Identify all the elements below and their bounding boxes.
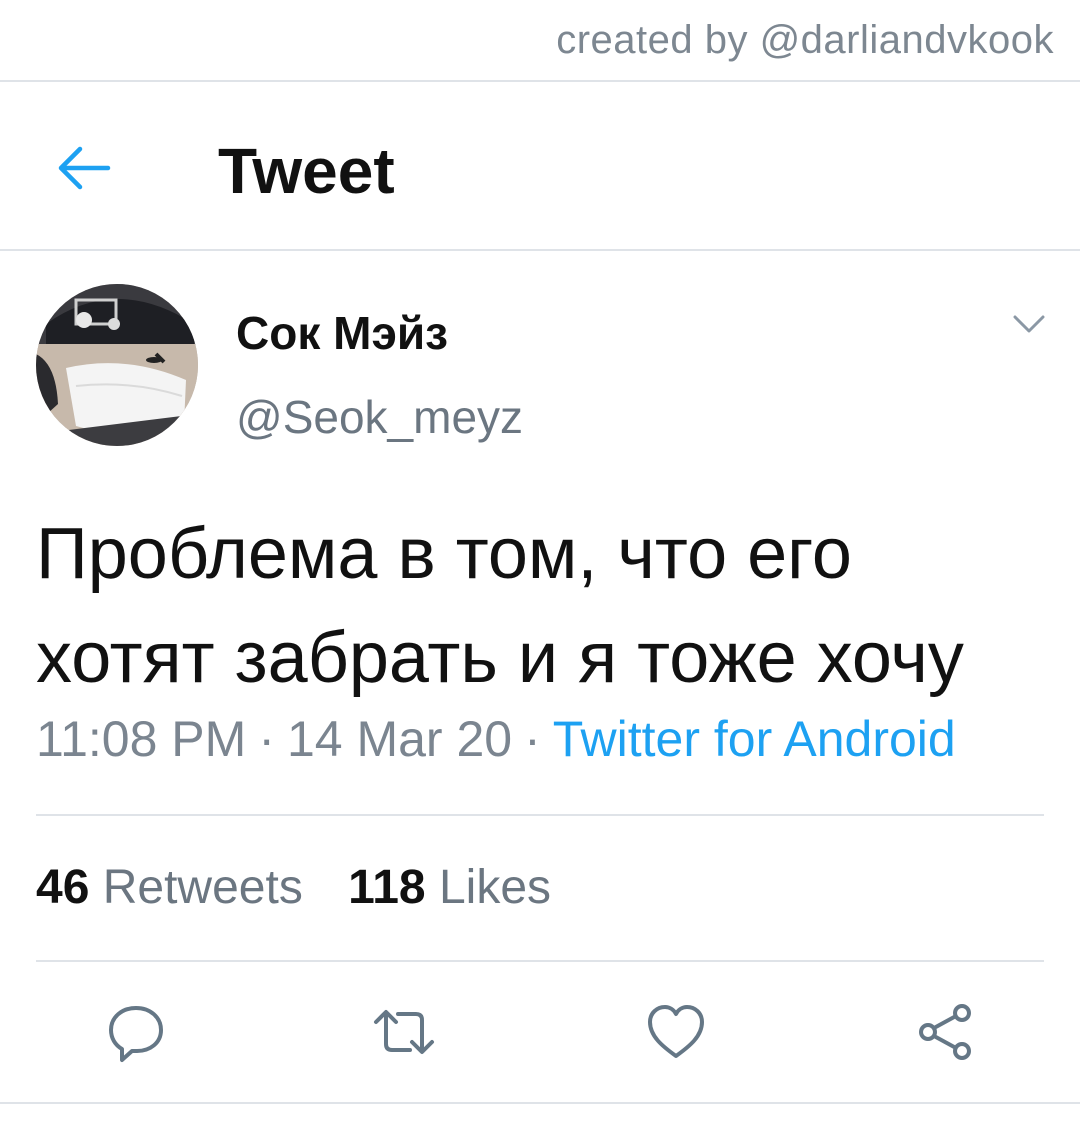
divider [0, 1102, 1080, 1104]
tweet-stats: 46 Retweets 118 Likes [36, 860, 583, 915]
divider [36, 960, 1044, 962]
retweets-count: 46 [36, 861, 90, 914]
retweets-stat[interactable]: 46 Retweets [36, 860, 303, 915]
author-name[interactable]: Сок Мэйз [236, 306, 448, 360]
author-handle[interactable]: @Seok_meyz [236, 390, 523, 444]
retweet-icon[interactable] [372, 1000, 436, 1064]
tweet-source-link[interactable]: Twitter for Android [553, 711, 956, 767]
divider [0, 80, 1080, 82]
watermark: created by @darliandvkook [556, 18, 1054, 62]
tweet-time: 11:08 PM [36, 711, 247, 767]
retweets-label: Retweets [102, 861, 303, 914]
tweet-meta: 11:08 PM · 14 Mar 20 · Twitter for Android [36, 710, 956, 768]
likes-count: 118 [348, 861, 426, 914]
like-icon[interactable] [644, 1000, 708, 1064]
avatar[interactable] [36, 284, 198, 446]
meta-separator: · [258, 711, 275, 767]
back-arrow-icon[interactable] [52, 136, 116, 200]
divider [0, 249, 1080, 251]
divider [36, 814, 1044, 816]
likes-label: Likes [438, 861, 552, 914]
meta-separator: · [524, 711, 541, 767]
tweet-date: 14 Mar 20 [286, 711, 513, 767]
likes-stat[interactable]: 118 Likes [348, 860, 551, 915]
share-icon[interactable] [914, 1000, 978, 1064]
page-title: Tweet [218, 135, 395, 207]
reply-icon[interactable] [104, 1000, 168, 1064]
tweet-text: Проблема в том, что его хотят забрать и … [36, 514, 964, 698]
chevron-down-icon[interactable] [1012, 312, 1046, 336]
